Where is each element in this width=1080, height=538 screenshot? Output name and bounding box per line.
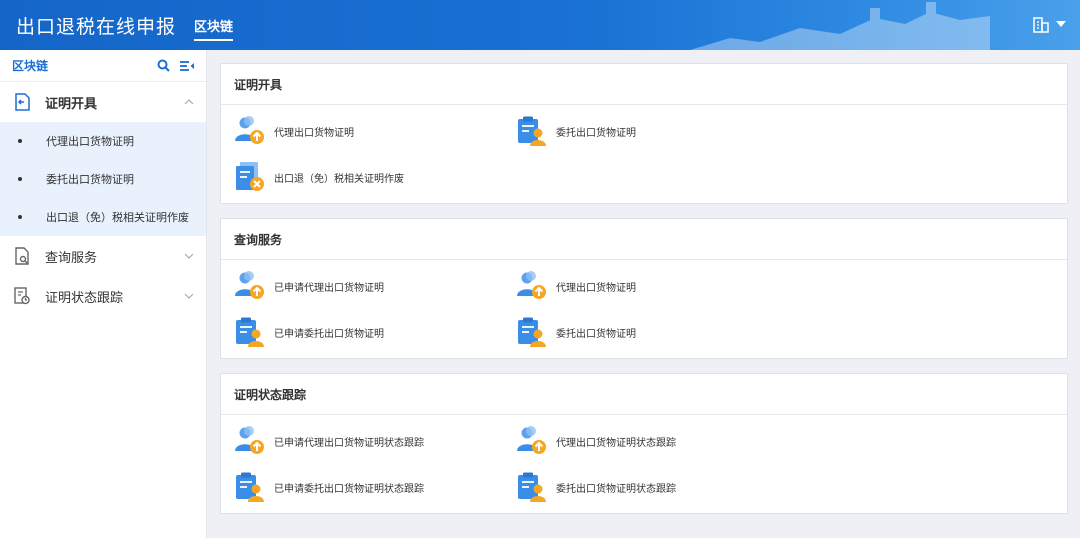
sidebar-group-certificate-issue[interactable]: 证明开具 <box>0 82 206 122</box>
sidebar-item-agent-export-cert[interactable]: 代理出口货物证明 <box>0 122 206 160</box>
item-label: 已申请代理出口货物证明状态跟踪 <box>274 437 424 449</box>
card-query-service: 查询服务 已申请代理出口货物证明 代理出口货物证明 已申请委托出口货物证明 委托… <box>220 218 1068 359</box>
search-icon[interactable] <box>157 59 170 72</box>
sidebar-title: 区块链 <box>12 59 49 73</box>
person-upload-icon <box>234 425 266 457</box>
item-cert-void[interactable]: 出口退（免）税相关证明作废 <box>234 154 516 200</box>
caret-down-icon <box>1056 21 1066 27</box>
chevron-down-icon <box>184 293 194 299</box>
sidebar-header: 区块链 <box>0 50 206 82</box>
item-label: 已申请委托出口货物证明状态跟踪 <box>274 483 424 495</box>
item-applied-agent-cert-tracking[interactable]: 已申请代理出口货物证明状态跟踪 <box>234 418 516 464</box>
sidebar-group-label: 证明状态跟踪 <box>45 290 124 306</box>
clipboard-person-icon <box>516 115 548 147</box>
certificate-issue-icon <box>15 93 30 111</box>
item-label: 代理出口货物证明 <box>274 127 354 139</box>
person-upload-icon <box>234 270 266 302</box>
clipboard-person-icon <box>516 471 548 503</box>
sidebar-item-label: 代理出口货物证明 <box>46 135 134 148</box>
bullet-icon <box>18 139 22 143</box>
clipboard-person-icon <box>234 316 266 348</box>
item-consign-export-cert-query[interactable]: 委托出口货物证明 <box>516 309 798 355</box>
bullet-icon <box>18 215 22 219</box>
sidebar-item-cert-void[interactable]: 出口退（免）税相关证明作废 <box>0 198 206 236</box>
sidebar-group-label: 证明开具 <box>45 96 98 112</box>
sidebar-group-label: 查询服务 <box>45 250 98 266</box>
person-upload-icon <box>516 425 548 457</box>
sidebar: 区块链 证明开具 代理出口货物证明 委托出口货物证明 出口退（免）税相关证明作废… <box>0 50 207 538</box>
great-wall-decoration-icon <box>690 2 990 50</box>
item-agent-export-cert-query[interactable]: 代理出口货物证明 <box>516 263 798 309</box>
item-consign-cert-tracking[interactable]: 委托出口货物证明状态跟踪 <box>516 464 798 510</box>
item-label: 出口退（免）税相关证明作废 <box>274 173 404 185</box>
sidebar-submenu: 代理出口货物证明 委托出口货物证明 出口退（免）税相关证明作废 <box>0 122 206 236</box>
sidebar-group-query-service[interactable]: 查询服务 <box>0 236 206 276</box>
bullet-icon <box>18 177 22 181</box>
query-service-icon <box>15 247 29 265</box>
item-label: 已申请委托出口货物证明 <box>274 328 384 340</box>
tab-blockchain[interactable]: 区块链 <box>194 16 234 41</box>
item-applied-consign-cert-tracking[interactable]: 已申请委托出口货物证明状态跟踪 <box>234 464 516 510</box>
building-icon <box>1033 17 1049 33</box>
item-consign-export-cert[interactable]: 委托出口货物证明 <box>516 108 798 154</box>
collapse-menu-icon[interactable] <box>180 60 194 72</box>
clipboard-person-icon <box>516 316 548 348</box>
main-content: 证明开具 代理出口货物证明 委托出口货物证明 出口退（免）税相关证明作废 查询服… <box>220 63 1068 528</box>
card-title: 证明开具 <box>221 64 1067 105</box>
item-label: 委托出口货物证明 <box>556 328 636 340</box>
card-title: 查询服务 <box>221 219 1067 260</box>
item-label: 代理出口货物证明 <box>556 282 636 294</box>
card-title: 证明状态跟踪 <box>221 374 1067 415</box>
item-agent-cert-tracking[interactable]: 代理出口货物证明状态跟踪 <box>516 418 798 464</box>
chevron-up-icon <box>184 99 194 105</box>
sidebar-group-status-tracking[interactable]: 证明状态跟踪 <box>0 276 206 316</box>
app-title: 出口退税在线申报 <box>16 16 177 38</box>
sidebar-item-label: 委托出口货物证明 <box>46 173 134 186</box>
top-header: 出口退税在线申报 区块链 <box>0 0 1080 50</box>
item-label: 委托出口货物证明 <box>556 127 636 139</box>
sidebar-item-consign-export-cert[interactable]: 委托出口货物证明 <box>0 160 206 198</box>
document-cancel-icon <box>234 161 266 193</box>
item-applied-consign-export-cert[interactable]: 已申请委托出口货物证明 <box>234 309 516 355</box>
chevron-down-icon <box>184 253 194 259</box>
item-label: 已申请代理出口货物证明 <box>274 282 384 294</box>
card-status-tracking: 证明状态跟踪 已申请代理出口货物证明状态跟踪 代理出口货物证明状态跟踪 已申请委… <box>220 373 1068 514</box>
person-upload-icon <box>234 115 266 147</box>
card-certificate-issue: 证明开具 代理出口货物证明 委托出口货物证明 出口退（免）税相关证明作废 <box>220 63 1068 204</box>
header-org-menu[interactable] <box>1032 15 1066 33</box>
sidebar-item-label: 出口退（免）税相关证明作废 <box>46 211 189 224</box>
item-label: 委托出口货物证明状态跟踪 <box>556 483 676 495</box>
status-tracking-icon <box>14 287 30 305</box>
clipboard-person-icon <box>234 471 266 503</box>
item-label: 代理出口货物证明状态跟踪 <box>556 437 676 449</box>
person-upload-icon <box>516 270 548 302</box>
item-agent-export-cert[interactable]: 代理出口货物证明 <box>234 108 516 154</box>
item-applied-agent-export-cert[interactable]: 已申请代理出口货物证明 <box>234 263 516 309</box>
